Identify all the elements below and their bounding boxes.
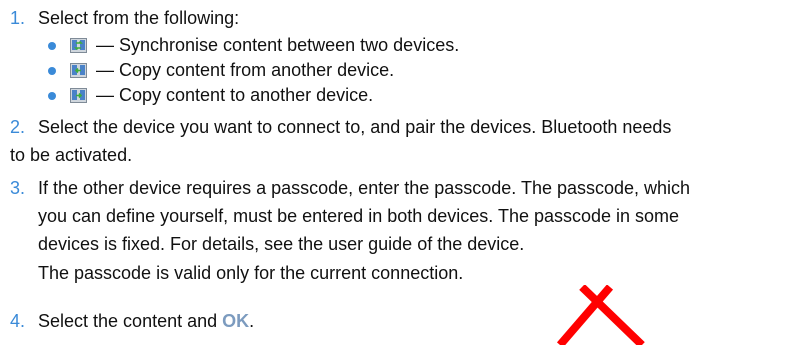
step-text-line: devices is fixed. For details, see the u… — [38, 234, 525, 254]
option-item-sync[interactable]: — Synchronise content between two device… — [48, 33, 459, 58]
sync-icon — [70, 38, 87, 53]
step-2: 2. Select the device you want to connect… — [10, 113, 800, 169]
copy-from-icon — [70, 63, 87, 78]
bullet-dot — [48, 66, 56, 75]
copy-to-icon — [70, 88, 87, 103]
step-1: 1. Select from the following: — [10, 4, 800, 32]
option-text: — Copy content to another device. — [96, 85, 374, 105]
option-list: — Synchronise content between two device… — [48, 33, 459, 108]
option-item-copy-to[interactable]: — Copy content to another device. — [48, 83, 459, 108]
step-text-after: . — [249, 311, 255, 331]
step-number: 3. — [10, 178, 26, 198]
step-number: 2. — [10, 117, 26, 137]
step-text-line: to be activated. — [10, 145, 133, 165]
option-text: — Synchronise content between two device… — [96, 35, 460, 55]
ok-softkey[interactable]: OK — [222, 311, 249, 331]
step-text-line: If the other device requires a passcode,… — [38, 178, 691, 198]
step-3: 3. If the other device requires a passco… — [10, 174, 800, 258]
step-note: The passcode is valid only for the curre… — [38, 263, 464, 283]
watermark-cross-icon — [556, 285, 645, 345]
bullet-dot — [48, 91, 56, 100]
option-text: — Copy content from another device. — [96, 60, 395, 80]
bullet-dot — [48, 41, 56, 50]
step-number: 1. — [10, 8, 26, 28]
step-text-line: Select the device you want to connect to… — [38, 117, 672, 137]
option-item-copy-from[interactable]: — Copy content from another device. — [48, 58, 459, 83]
step-number: 4. — [10, 311, 26, 331]
step-text: Select from the following: — [38, 8, 240, 28]
step-4: 4. Select the content and OK. — [10, 307, 800, 335]
step-text-line: you can define yourself, must be entered… — [38, 206, 680, 226]
step-text: Select the content and OK. — [38, 307, 800, 335]
step-text-before: Select the content and — [38, 311, 223, 331]
